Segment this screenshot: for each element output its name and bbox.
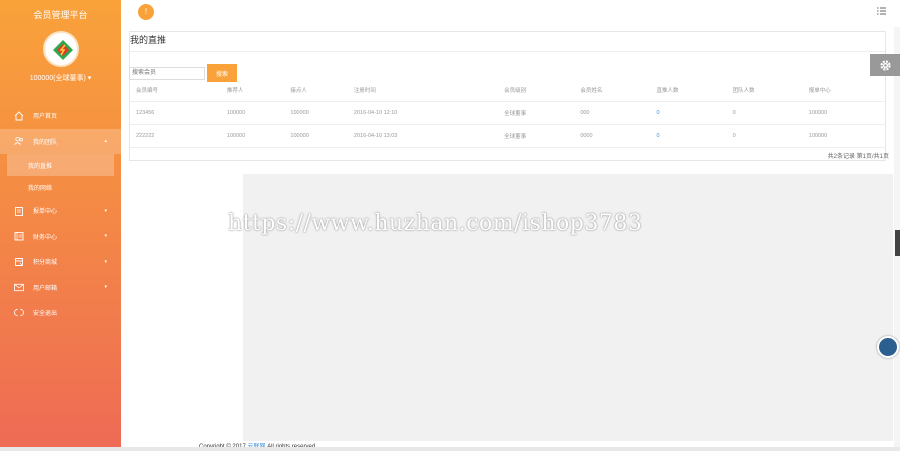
- table-cell: 100000: [808, 101, 885, 125]
- table-cell: 100000: [226, 124, 291, 148]
- table-cell: 0: [732, 101, 809, 125]
- users-icon: [14, 136, 24, 146]
- submenu-item-network[interactable]: 我的网络: [0, 176, 121, 198]
- column-header: 推荐人: [226, 79, 291, 102]
- caret-down-icon: ▾: [104, 284, 107, 291]
- page-title: 我的直推: [130, 32, 885, 52]
- search-input[interactable]: [129, 66, 205, 80]
- caret-up-icon: ▴: [104, 138, 107, 145]
- table-row: 222222 100000 100000 2016-04-10 13:03 全球…: [130, 124, 885, 148]
- column-header: 报单中心: [808, 79, 885, 102]
- members-table: 会员编号 推荐人 接点人 注册时间 会员级别 会员姓名 直推人数 团队人数 报单…: [130, 79, 885, 148]
- list-menu-icon[interactable]: [877, 7, 886, 15]
- table-cell: 100000: [808, 124, 885, 148]
- notification-badge[interactable]: !: [138, 4, 154, 20]
- column-header: 注册时间: [353, 79, 505, 102]
- table-cell: 100000: [290, 101, 354, 125]
- table-cell: 全球董事: [504, 101, 581, 125]
- sidebar-item-team[interactable]: 我的团队 ▴: [0, 128, 121, 154]
- sidebar-item-label: 积分商城: [33, 260, 58, 267]
- settings-button[interactable]: [870, 54, 900, 76]
- table-cell: 222222: [130, 124, 227, 148]
- sidebar-item-logout[interactable]: 安全退出: [0, 300, 121, 326]
- home-icon: [14, 111, 24, 121]
- sidebar-item-mail[interactable]: 用户邮箱 ▾: [0, 275, 121, 301]
- caret-down-icon: ▾: [104, 207, 107, 214]
- sidebar-item-label: 报单中心: [33, 209, 58, 216]
- table-cell: 0000: [580, 124, 657, 148]
- sidebar-item-finance[interactable]: 财务中心 ▾: [0, 224, 121, 250]
- table-cell: 2016-04-10 13:03: [353, 124, 505, 148]
- ledger-icon: [14, 231, 24, 241]
- scrollbar-thumb[interactable]: [895, 230, 900, 256]
- clipboard-icon: [14, 206, 24, 216]
- column-header: 接点人: [290, 79, 354, 102]
- column-header: 直推人数: [656, 79, 733, 102]
- table-cell: 全球董事: [504, 124, 581, 148]
- caret-down-icon: ▾: [104, 258, 107, 265]
- table-cell: 0: [732, 124, 809, 148]
- column-header: 团队人数: [732, 79, 809, 102]
- column-header: 会员级别: [504, 79, 581, 102]
- table-cell: 100000: [290, 124, 354, 148]
- table-row: 123456 100000 100000 2016-04-10 12:10 全球…: [130, 101, 885, 125]
- user-dropdown[interactable]: 100000(全球董事) ▾: [0, 73, 121, 83]
- direct-referrals-panel: 我的直推 搜索 会员编号 推荐人 接点人 注册时间 会员级别 会员姓名 直推人数…: [129, 31, 889, 161]
- direct-count-link[interactable]: 0: [656, 124, 733, 148]
- table-cell: 100000: [226, 101, 291, 125]
- sidebar-item-label: 用户首页: [33, 114, 58, 121]
- avatar[interactable]: [42, 31, 79, 67]
- exit-icon: [14, 308, 24, 318]
- watermark-text: https://www.huzhan.com/ishop3783: [228, 211, 643, 236]
- sidebar-item-label: 用户邮箱: [33, 285, 58, 292]
- table-cell: 000: [580, 101, 657, 125]
- logo-icon: [52, 40, 73, 60]
- column-header: 会员姓名: [580, 79, 657, 102]
- sidebar-item-shop[interactable]: 积分商城 ▾: [0, 249, 121, 275]
- column-header: 会员编号: [130, 79, 227, 102]
- table-header-row: 会员编号 推荐人 接点人 注册时间 会员级别 会员姓名 直推人数 团队人数 报单…: [130, 79, 885, 102]
- table-cell: 123456: [130, 101, 227, 125]
- mail-icon: [14, 282, 24, 292]
- sidebar: 会员管理平台 100000(全球董事) ▾ 用户首页 我的团队 ▴ 我的直推 我…: [0, 0, 121, 451]
- pagination-info: 共2条记录 第1页/共1页: [827, 154, 889, 160]
- caret-down-icon: ▾: [104, 233, 107, 240]
- submenu-item-direct[interactable]: 我的直推: [7, 154, 114, 176]
- brand-title: 会员管理平台: [33, 10, 88, 20]
- sidebar-item-label: 我的团队: [33, 139, 58, 146]
- sidebar-menu: 用户首页 我的团队 ▴ 我的直推 我的网络 报单中心 ▾ 财务中心 ▾ 积分商城…: [0, 103, 121, 326]
- top-bar: !: [121, 0, 900, 27]
- direct-count-link[interactable]: 0: [656, 101, 733, 125]
- sidebar-item-label: 财务中心: [33, 234, 58, 241]
- sidebar-item-home[interactable]: 用户首页: [0, 103, 121, 129]
- sidebar-item-label: 安全退出: [33, 311, 58, 318]
- shop-icon: [14, 257, 24, 267]
- table-cell: 2016-04-10 12:10: [353, 101, 505, 125]
- gear-icon: [879, 59, 891, 71]
- bottom-status-bar: [0, 447, 900, 451]
- sidebar-item-orders[interactable]: 报单中心 ▾: [0, 198, 121, 224]
- support-chat-icon[interactable]: [877, 336, 899, 358]
